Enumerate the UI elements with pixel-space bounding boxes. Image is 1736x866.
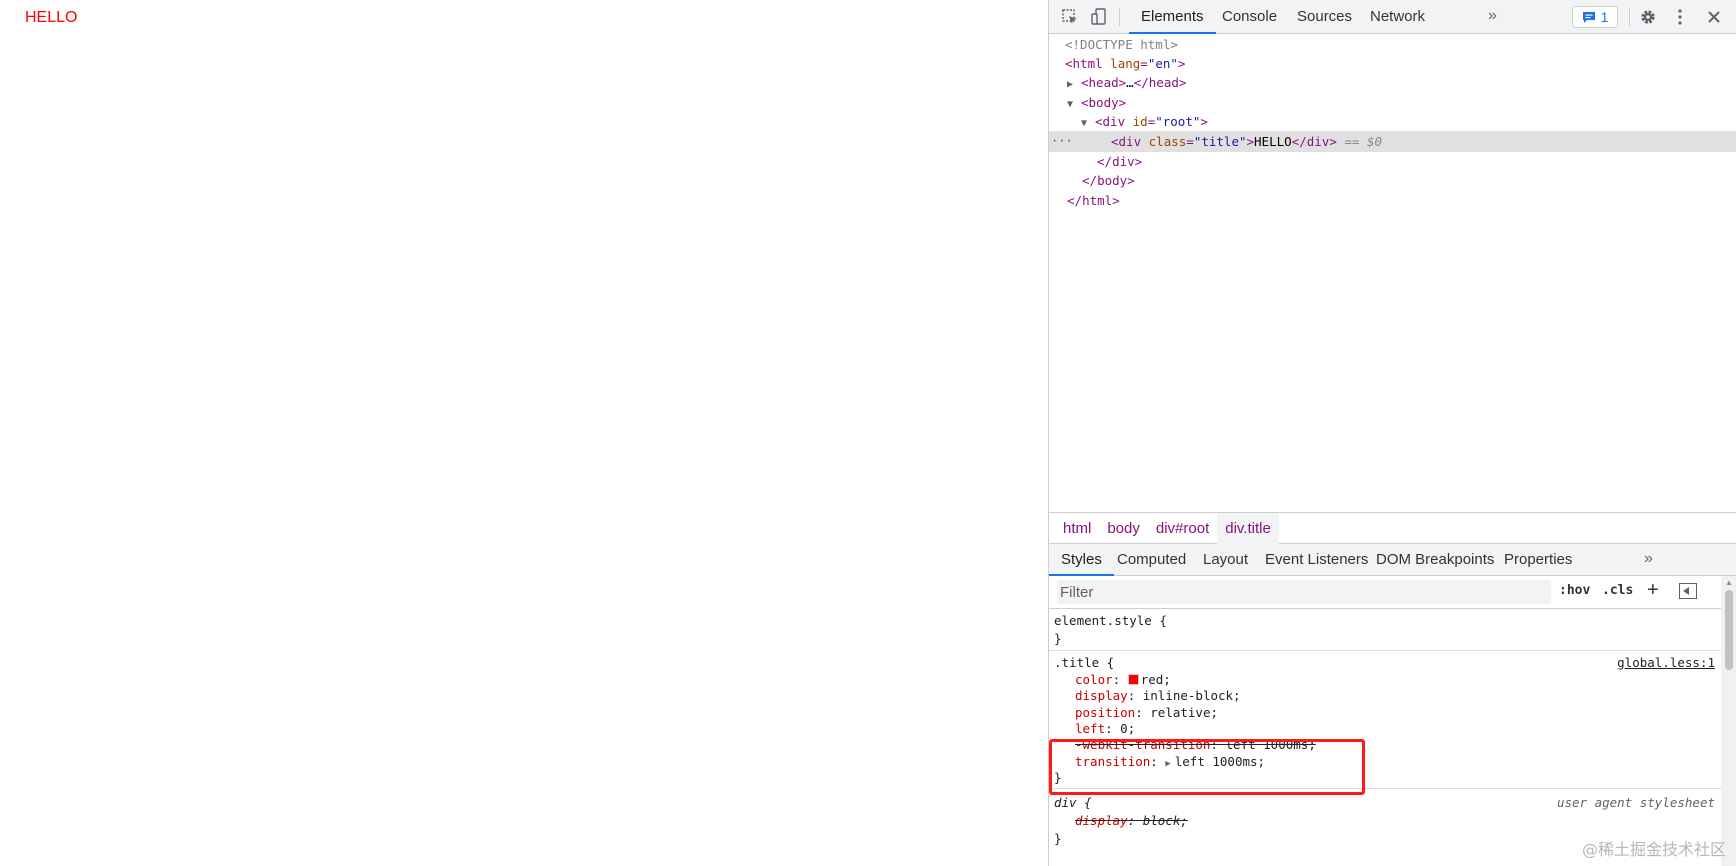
tree-html-open[interactable]: <html lang="en"> <box>1049 53 1736 74</box>
styles-pane: element.style { } .title { global.less:1… <box>1049 609 1721 866</box>
tab-event-listeners[interactable]: Event Listeners <box>1253 544 1380 576</box>
styles-filter-bar: :hov .cls + <box>1049 576 1721 609</box>
scroll-thumb[interactable] <box>1725 590 1733 670</box>
expand-triangle-icon[interactable]: ▶ <box>1165 755 1170 773</box>
tree-div-root[interactable]: ▼ <div id="root"> <box>1049 111 1736 132</box>
watermark: @稀土掘金技术社区 <box>1581 840 1726 859</box>
tab-layout[interactable]: Layout <box>1191 544 1260 576</box>
rule-element-style: element.style { } <box>1049 609 1721 651</box>
issues-count: 1 <box>1600 9 1609 25</box>
tree-html-close[interactable]: </html> <box>1049 190 1736 211</box>
scroll-up-arrow-icon[interactable]: ▲ <box>1725 578 1733 587</box>
inspect-cursor-icon[interactable] <box>1059 6 1081 28</box>
more-subtabs-chevron-icon[interactable]: » <box>1644 550 1653 568</box>
more-tabs-chevron-icon[interactable]: » <box>1488 7 1497 25</box>
new-style-rule-plus-icon[interactable]: + <box>1647 579 1659 602</box>
breadcrumb-div-root[interactable]: div#root <box>1148 513 1217 544</box>
user-agent-source: user agent stylesheet <box>1556 795 1715 810</box>
tree-div-close[interactable]: </div> <box>1049 151 1736 172</box>
prop-display[interactable]: display: inline-block; <box>1075 687 1241 705</box>
tab-properties[interactable]: Properties <box>1492 544 1584 576</box>
close-icon[interactable] <box>1703 6 1725 28</box>
toolbar-separator <box>1119 8 1120 26</box>
styles-scrollbar[interactable]: ▲ <box>1721 576 1736 866</box>
title-rule-source-link[interactable]: global.less:1 <box>1617 654 1715 672</box>
rule-close-brace: } <box>1054 631 1062 646</box>
elements-tree: <!DOCTYPE html> <html lang="en"> ▶ <head>… <box>1049 34 1736 512</box>
element-style-selector[interactable]: element.style { <box>1054 612 1167 630</box>
tree-head[interactable]: ▶ <head>…</head> <box>1049 72 1736 93</box>
breadcrumb-div-title[interactable]: div.title <box>1217 512 1279 544</box>
styles-subtabs: Styles Computed Layout Event Listeners D… <box>1049 544 1736 576</box>
computed-sidebar-toggle-icon[interactable] <box>1679 583 1697 599</box>
tree-doctype[interactable]: <!DOCTYPE html> <box>1049 34 1736 55</box>
breadcrumb: html body div#root div.title <box>1049 512 1736 544</box>
breadcrumb-html[interactable]: html <box>1055 513 1099 544</box>
page-viewport: HELLO <box>0 0 1048 866</box>
hov-toggle-button[interactable]: :hov <box>1559 583 1590 598</box>
tab-network[interactable]: Network <box>1358 0 1437 34</box>
toolbar-separator <box>1629 8 1630 26</box>
color-swatch-icon[interactable] <box>1127 674 1139 685</box>
tab-computed[interactable]: Computed <box>1105 544 1198 576</box>
tree-div-title-selected[interactable]: ··· <div class="title">HELLO</div> == $0 <box>1049 131 1736 152</box>
settings-gear-icon[interactable] <box>1637 6 1659 28</box>
prop-transition[interactable]: transition: ▶ left 1000ms; <box>1075 753 1265 771</box>
tree-body-open[interactable]: ▼ <body> <box>1049 92 1736 113</box>
prop-display-overridden[interactable]: display: block; <box>1075 812 1188 830</box>
breadcrumb-body[interactable]: body <box>1099 513 1148 544</box>
filter-input[interactable] <box>1057 580 1551 604</box>
devtools-toolbar: Elements Console Sources Network » 1 <box>1049 0 1736 34</box>
tab-elements[interactable]: Elements <box>1129 0 1216 34</box>
node-actions-ellipsis-icon[interactable]: ··· <box>1051 131 1073 152</box>
rule-close-brace: } <box>1054 831 1062 846</box>
tab-dom-breakpoints[interactable]: DOM Breakpoints <box>1364 544 1506 576</box>
tree-body-close[interactable]: </body> <box>1049 170 1736 191</box>
cls-toggle-button[interactable]: .cls <box>1602 583 1633 598</box>
issue-message-icon <box>1582 11 1595 23</box>
div-rule-selector[interactable]: div { <box>1054 794 1092 812</box>
tab-sources[interactable]: Sources <box>1285 0 1364 34</box>
device-toggle-icon[interactable] <box>1088 6 1110 28</box>
rule-title: .title { global.less:1 color: red; displ… <box>1049 651 1721 789</box>
kebab-menu-icon[interactable] <box>1669 6 1691 28</box>
prop-webkit-transition-overridden[interactable]: -webkit-transition: left 1000ms; <box>1075 736 1316 754</box>
tab-console[interactable]: Console <box>1210 0 1289 34</box>
title-rule-selector[interactable]: .title { <box>1054 654 1114 672</box>
devtools-panel: Elements Console Sources Network » 1 <!D… <box>1048 0 1736 866</box>
rule-close-brace: } <box>1054 770 1062 785</box>
page-title: HELLO <box>25 9 78 26</box>
issues-badge[interactable]: 1 <box>1572 6 1618 28</box>
